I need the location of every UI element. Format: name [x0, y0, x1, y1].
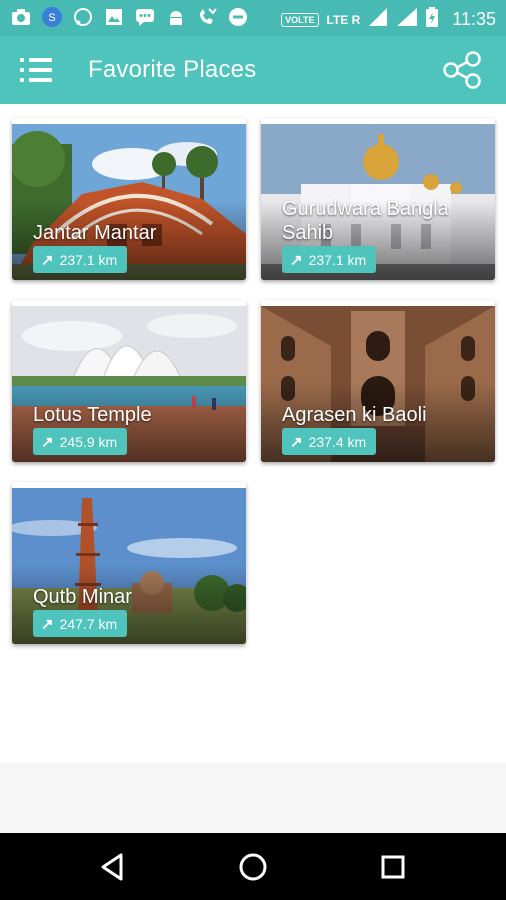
arrow-up-right-icon: ↗ — [41, 615, 54, 633]
distance-value: 237.1 km — [308, 251, 367, 268]
missed-call-icon — [196, 6, 218, 28]
distance-value: 237.4 km — [308, 433, 367, 450]
do-not-disturb-icon — [227, 6, 249, 28]
app-bar: Favorite Places — [0, 36, 506, 104]
gallery-icon — [103, 6, 125, 28]
place-name: Lotus Temple — [33, 404, 152, 426]
clock: 11:35 — [452, 9, 496, 29]
whatsapp-icon — [72, 6, 94, 28]
distance-badge[interactable]: ↗ 247.7 km — [33, 610, 128, 637]
volte-indicator: VOLTE — [281, 12, 319, 27]
arrow-up-right-icon: ↗ — [41, 433, 54, 451]
place-name: Jantar Mantar — [33, 222, 157, 244]
distance-value: 245.9 km — [59, 433, 118, 450]
recents-icon[interactable] — [375, 849, 411, 885]
arrow-up-right-icon: ↗ — [290, 251, 303, 269]
place-name: Gurudwara Bangla Sahib — [282, 198, 449, 244]
signal-icon — [396, 7, 418, 32]
place-card[interactable]: Gurudwara Bangla Sahib ↗ 237.1 km — [261, 118, 495, 280]
arrow-up-right-icon: ↗ — [41, 251, 54, 269]
share-icon[interactable] — [440, 50, 484, 90]
lte-indicator: LTE R — [326, 12, 361, 27]
place-name: Agrasen ki Baoli — [282, 404, 427, 426]
home-icon[interactable] — [235, 849, 271, 885]
place-card[interactable]: Qutb Minar ↗ 247.7 km — [12, 482, 246, 644]
back-icon[interactable] — [97, 849, 133, 885]
distance-badge[interactable]: ↗ 237.4 km — [282, 428, 377, 455]
place-name: Qutb Minar — [33, 586, 132, 608]
status-bar: S VOLTE LTE R 11:35 — [0, 0, 506, 36]
bottom-area — [0, 763, 506, 833]
distance-badge[interactable]: ↗ 245.9 km — [33, 428, 128, 455]
message-icon — [134, 6, 156, 28]
place-card[interactable]: Jantar Mantar ↗ 237.1 km — [12, 118, 246, 280]
battery-icon — [426, 7, 439, 32]
place-card[interactable]: Agrasen ki Baoli ↗ 237.4 km — [261, 300, 495, 462]
camera-icon — [10, 6, 32, 28]
distance-value: 237.1 km — [59, 251, 118, 268]
distance-value: 247.7 km — [59, 615, 118, 632]
distance-badge[interactable]: ↗ 237.1 km — [282, 246, 377, 273]
android-icon — [165, 6, 187, 28]
arrow-up-right-icon: ↗ — [290, 433, 303, 451]
navigation-bar — [0, 833, 506, 900]
svg-text:S: S — [48, 12, 55, 24]
signal-icon — [368, 7, 388, 32]
menu-icon[interactable] — [20, 56, 52, 84]
place-card[interactable]: Lotus Temple ↗ 245.9 km — [12, 300, 246, 462]
app-icon: S — [41, 6, 63, 28]
distance-badge[interactable]: ↗ 237.1 km — [33, 246, 128, 273]
page-title: Favorite Places — [88, 56, 257, 83]
